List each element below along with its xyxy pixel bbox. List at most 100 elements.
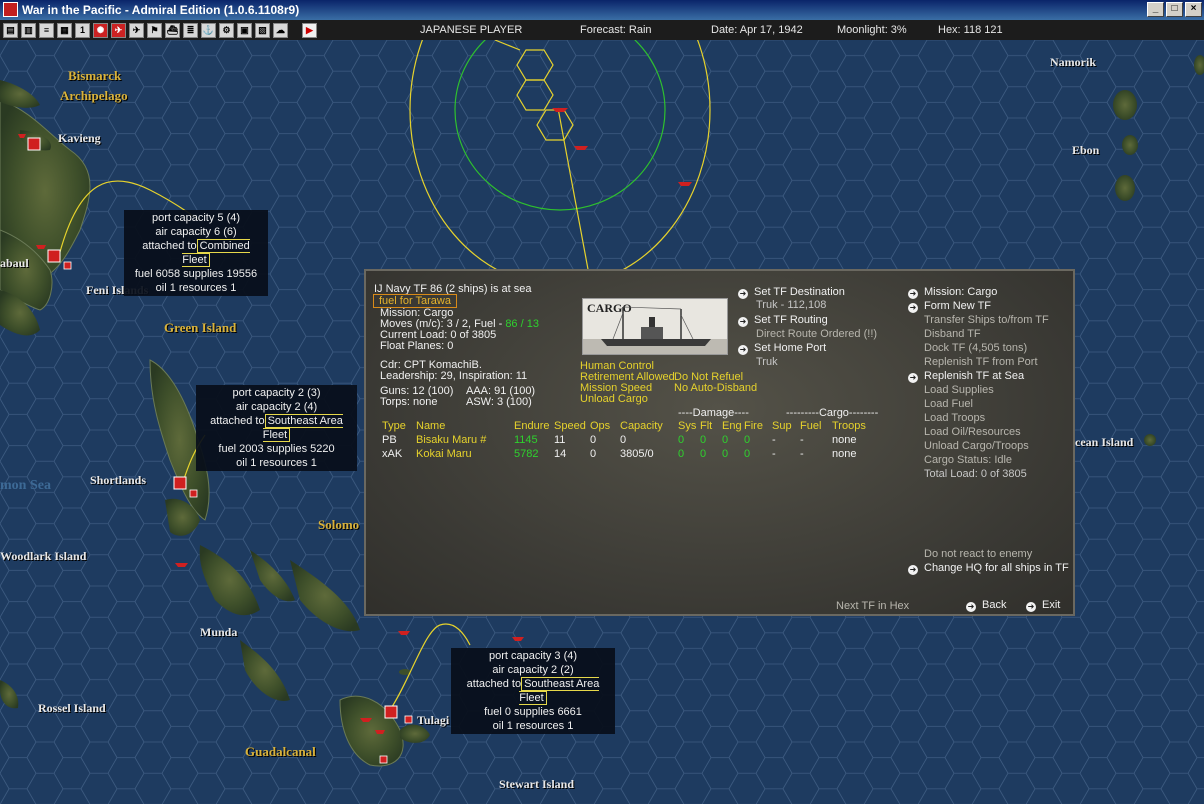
set-destination-button[interactable]: ➜ Set TF Destination	[738, 286, 845, 299]
ship-icon[interactable]: ⛴	[165, 22, 180, 38]
ship-name-link[interactable]: Bisaku Maru #	[416, 433, 514, 447]
chart-icon[interactable]: ▧	[255, 22, 270, 38]
arrow-icon: ➜	[738, 345, 748, 355]
col-ops: Ops	[590, 420, 611, 432]
report-icon[interactable]: ≡	[39, 22, 54, 38]
place-kavieng: Kavieng	[58, 131, 101, 145]
cloud-icon[interactable]: ☁	[273, 22, 288, 38]
air-capacity: air capacity 2 (2)	[492, 664, 574, 676]
port-capacity: port capacity 3 (4)	[488, 650, 578, 662]
window-title: War in the Pacific - Admiral Edition (1.…	[22, 3, 300, 17]
fuel-supplies: fuel 0 supplies 6661	[484, 706, 582, 718]
arrow-icon: ➜	[966, 602, 976, 612]
replenish-sea-button[interactable]: ➜ Replenish TF at Sea	[908, 370, 1024, 383]
minimize-button[interactable]: _	[1147, 2, 1164, 17]
date-label: Date: Apr 17, 1942	[711, 24, 803, 36]
col-fuel: Fuel	[800, 420, 822, 432]
arrow-icon: ➜	[908, 565, 918, 575]
info-icon[interactable]: 1	[75, 22, 90, 38]
setting-auto-disband[interactable]: No Auto-Disband	[674, 382, 757, 394]
replenish-port-button[interactable]: Replenish TF from Port	[924, 356, 1038, 368]
load-supplies-button[interactable]: Load Supplies	[924, 384, 994, 396]
load-oil-button[interactable]: Load Oil/Resources	[924, 426, 1021, 438]
place-shortlands: Shortlands	[90, 473, 147, 487]
tf-leadership: Leadership: 29, Inspiration: 11	[380, 370, 528, 382]
place-rossel: Rossel Island	[38, 701, 106, 715]
place-stewart: Stewart Island	[499, 777, 575, 791]
table-row[interactable]: PB Bisaku Maru # 1145 11 0 0 0 0 0 0 - -…	[382, 433, 872, 447]
ship-table-header: Type Name Endure Speed Ops Capacity Sys …	[382, 419, 872, 433]
disband-tf-button[interactable]: Disband TF	[924, 328, 981, 340]
title-bar: War in the Pacific - Admiral Edition (1.…	[0, 0, 1204, 20]
tf-float-planes: Float Planes: 0	[380, 340, 454, 352]
moonlight-label: Moonlight: 3%	[837, 24, 907, 36]
report-icon[interactable]: ≣	[183, 22, 198, 38]
place-tulagi: Tulagi	[417, 713, 450, 727]
setting-unload-cargo[interactable]: Unload Cargo	[580, 393, 648, 405]
direct-route-status: Direct Route Ordered (!!)	[756, 328, 878, 340]
maximize-button[interactable]: □	[1166, 2, 1183, 17]
destination-value: Truk - 112,108	[756, 299, 827, 311]
next-tf-button[interactable]: Next TF in Hex	[836, 600, 909, 612]
ship-icon[interactable]: ⚓	[201, 22, 216, 38]
arrow-icon: ➜	[1026, 602, 1036, 612]
transfer-ships-button[interactable]: Transfer Ships to/from TF	[924, 314, 1049, 326]
table-row[interactable]: xAK Kokai Maru 5782 14 0 3805/0 0 0 0 0 …	[382, 447, 872, 461]
place-namorik: Namorik	[1050, 55, 1096, 69]
book-icon[interactable]: ▤	[3, 22, 18, 38]
load-troops-button[interactable]: Load Troops	[924, 412, 985, 424]
change-hq-button[interactable]: ➜ Change HQ for all ships in TF	[908, 562, 1069, 575]
load-fuel-button[interactable]: Load Fuel	[924, 398, 973, 410]
col-capacity: Capacity	[620, 420, 663, 432]
flag-icon[interactable]: ⚑	[147, 22, 162, 38]
aircraft-icon[interactable]: ✈	[111, 22, 126, 38]
col-endure: Endure	[514, 420, 550, 432]
book-icon[interactable]: ▥	[21, 22, 36, 38]
damage-group-header: ----Damage----	[678, 407, 749, 419]
tf-fuel-value: 86 / 13	[505, 318, 539, 330]
arrow-icon: ➜	[908, 303, 918, 313]
tf-name-tag[interactable]: fuel for Tarawa	[373, 294, 457, 308]
form-new-tf-button[interactable]: ➜ Form New TF	[908, 300, 991, 313]
japan-flag-icon[interactable]: ✺	[93, 22, 108, 38]
place-solomons: Solomo	[318, 517, 360, 532]
no-react-toggle[interactable]: Do not react to enemy	[924, 548, 1032, 560]
back-button[interactable]: ➜ Back	[966, 599, 1006, 612]
air-capacity: air capacity 6 (6)	[155, 226, 237, 238]
close-button[interactable]: ×	[1185, 2, 1202, 17]
home-port-value: Truk	[756, 356, 778, 368]
dock-tf-button[interactable]: Dock TF (4,505 tons)	[924, 342, 1027, 354]
hex-label: Hex: 118 121	[938, 24, 1003, 36]
place-green-island: Green Island	[164, 320, 237, 335]
oil-resources: oil 1 resources 1	[236, 457, 317, 469]
fuel-supplies: fuel 2003 supplies 5220	[218, 443, 335, 455]
place-bismarck: Bismarck	[68, 68, 122, 83]
ship-name-link[interactable]: Kokai Maru	[416, 447, 514, 461]
ship-class-image: CARGO	[582, 298, 728, 355]
ship-table: Type Name Endure Speed Ops Capacity Sys …	[382, 419, 872, 461]
aircraft-icon[interactable]: ✈	[129, 22, 144, 38]
place-munda: Munda	[200, 625, 238, 639]
unload-cargo-button[interactable]: Unload Cargo/Troops	[924, 440, 1029, 452]
mission-button[interactable]: ➜ Mission: Cargo	[908, 286, 997, 299]
hq-name[interactable]: Southeast Area Fleet	[519, 677, 600, 705]
play-icon[interactable]: ▶	[302, 22, 317, 38]
col-name: Name	[416, 420, 446, 432]
save-icon[interactable]: ▣	[237, 22, 252, 38]
app-icon	[3, 2, 18, 17]
total-load: Total Load: 0 of 3805	[924, 468, 1027, 480]
col-flt: Flt	[700, 420, 713, 432]
report-icon[interactable]: ▦	[57, 22, 72, 38]
exit-button[interactable]: ➜ Exit	[1026, 599, 1060, 612]
place-ebon: Ebon	[1072, 143, 1100, 157]
hq-name[interactable]: Southeast Area Fleet	[262, 414, 343, 442]
port-capacity: port capacity 2 (3)	[232, 387, 321, 399]
base-info-rabaul: port capacity 5 (4) air capacity 6 (6) a…	[124, 210, 268, 296]
gear-icon[interactable]: ⚙	[219, 22, 234, 38]
arrow-icon: ➜	[738, 289, 748, 299]
set-home-port-button[interactable]: ➜ Set Home Port	[738, 342, 826, 355]
tf-torps: Torps: none	[380, 396, 438, 408]
place-solomon-sea: mon Sea	[0, 478, 51, 493]
set-routing-button[interactable]: ➜ Set TF Routing	[738, 314, 828, 327]
toolbar: ▤ ▥ ≡ ▦ 1 ✺ ✈ ✈ ⚑ ⛴ ≣ ⚓ ⚙ ▣ ▧ ☁ ▶ JAPANE…	[0, 20, 1204, 40]
